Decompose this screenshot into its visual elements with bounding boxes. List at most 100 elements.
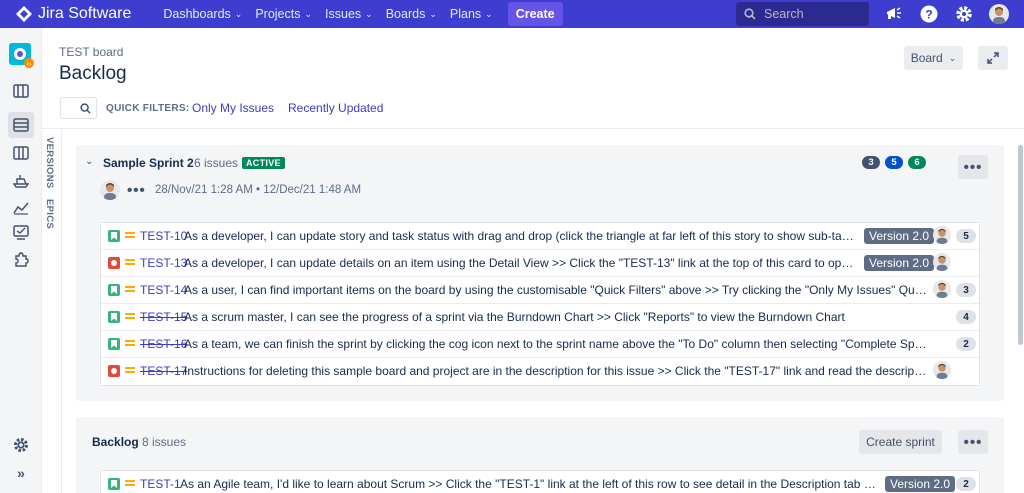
assignee-avatar[interactable] xyxy=(933,253,951,271)
search-box[interactable] xyxy=(736,2,869,26)
priority-medium-icon xyxy=(125,232,135,240)
quick-filter-only-my-issues[interactable]: Only My Issues xyxy=(192,101,274,115)
story-bookmark-icon xyxy=(108,338,120,350)
story-points-badge: 2 xyxy=(956,477,976,491)
issue-row[interactable]: TEST-17 Instructions for deleting this sa… xyxy=(101,358,979,385)
priority-medium-icon xyxy=(125,313,135,321)
header-divider xyxy=(42,128,1024,129)
roadmap-icon[interactable] xyxy=(8,78,34,104)
sprint-issue-list: TEST-10 As a developer, I can update stor… xyxy=(100,222,980,386)
megaphone-icon[interactable] xyxy=(885,5,903,23)
sprint-more-button[interactable]: ••• xyxy=(958,155,988,179)
story-points-badge: 2 xyxy=(956,337,976,351)
expand-arrows-icon xyxy=(987,52,999,64)
app-name: Jira Software xyxy=(38,5,132,22)
releases-ship-icon[interactable] xyxy=(8,168,34,194)
issue-row[interactable]: TEST-1 As an Agile team, I'd like to lear… xyxy=(101,471,979,493)
side-panel-divider xyxy=(61,129,62,493)
svg-text:‹›: ‹› xyxy=(27,61,32,68)
chevron-down-icon: ⌄ xyxy=(234,8,243,19)
top-navigation: Jira Software Dashboards ⌄ Projects ⌄ Issu… xyxy=(0,0,1024,28)
issue-key[interactable]: TEST-10 xyxy=(140,229,187,243)
backlog-search-field[interactable] xyxy=(60,97,97,119)
sprint-avatar-more-icon[interactable]: ••• xyxy=(127,182,146,199)
sprint-dates: 28/Nov/21 1:28 AM • 12/Dec/21 1:48 AM xyxy=(155,184,362,196)
backlog-icon[interactable] xyxy=(8,112,34,138)
project-settings-gear-icon[interactable] xyxy=(8,432,34,458)
help-icon[interactable]: ? xyxy=(920,5,938,23)
issue-key[interactable]: TEST-17 xyxy=(140,364,187,378)
issue-key[interactable]: TEST-14 xyxy=(140,283,187,297)
issue-row[interactable]: TEST-14 As a user, I can find important i… xyxy=(101,277,979,304)
quick-filter-recently-updated[interactable]: Recently Updated xyxy=(288,101,383,115)
project-avatar-icon[interactable]: ‹› xyxy=(8,42,34,68)
fullscreen-button[interactable] xyxy=(978,46,1008,70)
scrollbar[interactable] xyxy=(1018,145,1023,345)
backlog-more-button[interactable]: ••• xyxy=(958,430,988,454)
issue-summary: As a scrum master, I can see the progres… xyxy=(184,310,845,324)
fix-version-label[interactable]: Version 2.0 xyxy=(885,476,956,492)
settings-gear-icon[interactable] xyxy=(955,5,973,23)
issues-screen-icon[interactable] xyxy=(8,220,34,246)
left-sidebar: ‹› » xyxy=(0,28,42,493)
nav-boards[interactable]: Boards ⌄ xyxy=(386,2,437,26)
issue-row[interactable]: TEST-10 As a developer, I can update stor… xyxy=(101,223,979,250)
sprint-name[interactable]: Sample Sprint 2 xyxy=(103,156,194,170)
sprint-collapse-icon[interactable]: ⌄ xyxy=(85,156,93,167)
nav-plans[interactable]: Plans ⌄ xyxy=(450,2,493,26)
issue-row[interactable]: TEST-16 As a team, we can finish the spri… xyxy=(101,331,979,358)
expand-sidebar-icon[interactable]: » xyxy=(8,460,34,486)
sprint-status-badge: ACTIVE xyxy=(242,157,285,169)
priority-medium-icon xyxy=(125,259,135,267)
priority-medium-icon xyxy=(125,367,135,375)
nav-issues[interactable]: Issues ⌄ xyxy=(325,2,373,26)
assignee-avatar[interactable] xyxy=(933,361,951,379)
issue-summary: As a developer, I can update story and t… xyxy=(184,229,858,243)
search-input[interactable] xyxy=(764,7,854,21)
bug-icon xyxy=(108,365,120,377)
story-bookmark-icon xyxy=(108,284,120,296)
issue-summary: As an Agile team, I'd like to learn abou… xyxy=(180,477,879,491)
assignee-avatar[interactable] xyxy=(933,226,951,244)
jira-logo[interactable]: Jira Software xyxy=(16,5,131,23)
svg-text:?: ? xyxy=(925,8,932,22)
board-icon[interactable] xyxy=(8,140,34,166)
search-icon xyxy=(744,8,756,20)
sprint-assignee-avatar[interactable] xyxy=(100,180,120,200)
create-sprint-button[interactable]: Create sprint xyxy=(859,430,942,454)
versions-tab[interactable]: VERSIONS xyxy=(44,137,55,189)
priority-medium-icon xyxy=(125,480,135,488)
issue-key[interactable]: TEST-1 xyxy=(140,477,181,491)
story-points-badge: 4 xyxy=(956,310,976,324)
issue-key[interactable]: TEST-16 xyxy=(140,337,187,351)
story-points-badge: 3 xyxy=(956,283,976,297)
fix-version-label[interactable]: Version 2.0 xyxy=(864,228,935,244)
backlog-issue-count: 8 issues xyxy=(142,435,187,449)
chevron-down-icon: ⌄ xyxy=(485,8,493,19)
chevron-down-icon: ⌄ xyxy=(365,8,373,19)
issue-key[interactable]: TEST-15 xyxy=(140,310,187,324)
user-avatar[interactable] xyxy=(989,4,1009,24)
epics-tab[interactable]: EPICS xyxy=(44,199,55,229)
issue-summary: As a developer, I can update details on … xyxy=(184,256,858,270)
issue-summary: As a team, we can finish the sprint by c… xyxy=(184,337,927,351)
fix-version-label[interactable]: Version 2.0 xyxy=(864,255,935,271)
reports-icon[interactable] xyxy=(8,195,34,221)
priority-medium-icon xyxy=(125,286,135,294)
issue-key[interactable]: TEST-13 xyxy=(140,256,187,270)
issue-summary: Instructions for deleting this sample bo… xyxy=(184,364,927,378)
create-button[interactable]: Create xyxy=(507,2,563,26)
issue-row[interactable]: TEST-13 As a developer, I can update deta… xyxy=(101,250,979,277)
done-count-badge: 6 xyxy=(908,156,926,169)
breadcrumb[interactable]: TEST board xyxy=(59,45,123,59)
nav-dashboards[interactable]: Dashboards ⌄ xyxy=(163,2,242,26)
search-icon xyxy=(80,102,91,114)
add-ons-puzzle-icon[interactable] xyxy=(8,247,34,273)
issue-summary: As a user, I can find important items on… xyxy=(184,283,927,297)
assignee-avatar[interactable] xyxy=(933,280,951,298)
nav-projects[interactable]: Projects ⌄ xyxy=(255,2,312,26)
issue-row[interactable]: TEST-15 As a scrum master, I can see the … xyxy=(101,304,979,331)
chevron-down-icon: ⌄ xyxy=(948,52,957,63)
nav-menu: Dashboards ⌄ Projects ⌄ Issues ⌄ Boards ⌄ Pl… xyxy=(163,2,563,26)
board-view-button[interactable]: Board ⌄ xyxy=(904,46,963,70)
